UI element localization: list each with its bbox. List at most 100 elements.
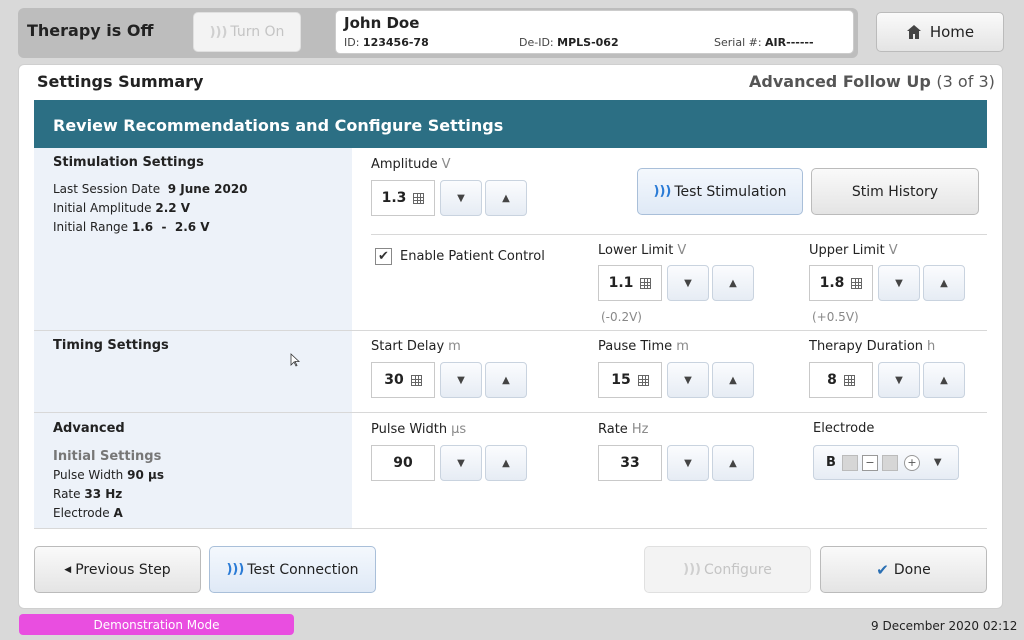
rate-unit: Hz — [631, 422, 649, 437]
upper-limit-label: Upper Limit V — [809, 243, 898, 258]
stim-history-button[interactable]: Stim History — [811, 168, 979, 215]
home-button[interactable]: Home — [876, 12, 1004, 52]
arrow-down-icon: ▼ — [895, 277, 903, 289]
patient-deid-label: De-ID: — [519, 36, 554, 49]
amplitude-decrease-button[interactable]: ▼ — [440, 180, 482, 216]
lower-limit-increase-button[interactable]: ▲ — [712, 265, 754, 301]
lower-limit-label: Lower Limit V — [598, 243, 686, 258]
arrow-down-icon: ▼ — [684, 277, 692, 289]
pulse-width-value: 90 — [393, 455, 413, 471]
turn-on-label: Turn On — [230, 24, 285, 40]
therapy-duration-value: 8 — [827, 372, 837, 388]
advanced-summary: Initial Settings Pulse Width 90 µs Rate … — [53, 447, 164, 523]
pause-time-input[interactable]: 15 — [598, 362, 662, 398]
patient-info: John Doe ID: 123456-78 De-ID: MPLS-062 S… — [335, 10, 854, 54]
upper-limit-decrease-button[interactable]: ▼ — [878, 265, 920, 301]
arrow-down-icon: ▼ — [457, 192, 465, 204]
divider — [34, 330, 987, 331]
stimulation-summary: Last Session Date 9 June 2020 Initial Am… — [53, 180, 248, 237]
last-session-label: Last Session Date — [53, 182, 161, 196]
step-indicator: Advanced Follow Up (3 of 3) — [749, 72, 995, 91]
turn-on-button[interactable]: ))) Turn On — [193, 12, 301, 52]
pulse-width-init-value: 90 µs — [127, 468, 164, 482]
arrow-down-icon: ▼ — [457, 457, 465, 469]
pause-time-label-text: Pause Time — [598, 339, 673, 354]
initial-range-value: 1.6 - 2.6 V — [131, 220, 210, 234]
lower-limit-decrease-button[interactable]: ▼ — [667, 265, 709, 301]
therapy-duration-increase-button[interactable]: ▲ — [923, 362, 965, 398]
section-banner: Review Recommendations and Configure Set… — [34, 100, 987, 148]
done-label: Done — [893, 561, 931, 578]
start-delay-label: Start Delay m — [371, 339, 461, 354]
pause-time-increase-button[interactable]: ▲ — [712, 362, 754, 398]
electrode-value: B — [826, 455, 836, 470]
pulse-width-increase-button[interactable]: ▲ — [485, 445, 527, 481]
previous-step-button[interactable]: ◀ Previous Step — [34, 546, 201, 593]
rate-input[interactable]: 33 — [598, 445, 662, 481]
keypad-icon — [851, 277, 863, 289]
amplitude-value: 1.3 — [381, 190, 407, 206]
enable-patient-control-checkbox[interactable]: ✔ — [375, 248, 392, 265]
rate-init-label: Rate — [53, 487, 81, 501]
pause-time-value: 15 — [611, 372, 631, 388]
initial-range-label: Initial Range — [53, 220, 129, 234]
arrow-up-icon: ▲ — [729, 457, 737, 469]
arrow-down-icon: ▼ — [684, 457, 692, 469]
demonstration-mode-badge: Demonstration Mode — [19, 614, 294, 635]
pulse-width-input[interactable]: 90 — [371, 445, 435, 481]
signal-icon: ))) — [653, 184, 672, 199]
upper-limit-increase-button[interactable]: ▲ — [923, 265, 965, 301]
pulse-width-unit: µs — [451, 422, 467, 437]
checkmark-icon: ✔ — [378, 249, 389, 264]
upper-limit-input[interactable]: 1.8 — [809, 265, 873, 301]
keypad-icon — [413, 192, 425, 204]
start-delay-unit: m — [448, 339, 461, 354]
electrode-select[interactable]: B − + ▼ — [813, 445, 959, 480]
rate-label-text: Rate — [598, 422, 628, 437]
arrow-up-icon: ▲ — [729, 374, 737, 386]
rate-decrease-button[interactable]: ▼ — [667, 445, 709, 481]
keypad-icon — [410, 374, 422, 386]
signal-icon: ))) — [209, 24, 228, 40]
test-stimulation-button[interactable]: ))) Test Stimulation — [637, 168, 803, 215]
lower-limit-value: 1.1 — [608, 275, 634, 291]
electrode-contact-icon — [841, 454, 858, 471]
pause-time-unit: m — [676, 339, 689, 354]
amplitude-label-text: Amplitude — [371, 157, 438, 172]
therapy-status: Therapy is Off — [27, 21, 154, 40]
electrode-contact-icon — [881, 454, 898, 471]
pause-time-decrease-button[interactable]: ▼ — [667, 362, 709, 398]
test-connection-button[interactable]: ))) Test Connection — [209, 546, 376, 593]
amplitude-increase-button[interactable]: ▲ — [485, 180, 527, 216]
pulse-width-decrease-button[interactable]: ▼ — [440, 445, 482, 481]
rate-increase-button[interactable]: ▲ — [712, 445, 754, 481]
initial-settings-label: Initial Settings — [53, 449, 162, 464]
triangle-left-icon: ◀ — [64, 564, 72, 575]
done-button[interactable]: ✔ Done — [820, 546, 987, 593]
cursor-icon — [290, 353, 300, 367]
rate-init-value: 33 Hz — [84, 487, 123, 501]
configure-button[interactable]: ))) Configure — [644, 546, 811, 593]
amplitude-input[interactable]: 1.3 — [371, 180, 435, 216]
therapy-duration-input[interactable]: 8 — [809, 362, 873, 398]
patient-id-value: 123456-78 — [362, 36, 429, 49]
stim-history-label: Stim History — [851, 183, 939, 200]
arrow-up-icon: ▲ — [502, 374, 510, 386]
divider — [371, 234, 987, 235]
start-delay-decrease-button[interactable]: ▼ — [440, 362, 482, 398]
start-delay-increase-button[interactable]: ▲ — [485, 362, 527, 398]
arrow-up-icon: ▲ — [502, 192, 510, 204]
lower-limit-input[interactable]: 1.1 — [598, 265, 662, 301]
therapy-duration-label-text: Therapy Duration — [809, 339, 924, 354]
arrow-up-icon: ▲ — [729, 277, 737, 289]
therapy-duration-decrease-button[interactable]: ▼ — [878, 362, 920, 398]
patient-serial-label: Serial #: — [714, 36, 762, 49]
divider — [34, 412, 987, 413]
page-title: Settings Summary — [37, 72, 204, 91]
keypad-icon — [640, 277, 652, 289]
start-delay-input[interactable]: 30 — [371, 362, 435, 398]
last-session-value: 9 June 2020 — [167, 182, 248, 196]
test-connection-label: Test Connection — [247, 561, 359, 578]
amplitude-unit: V — [441, 157, 451, 172]
initial-amplitude-label: Initial Amplitude — [53, 201, 152, 215]
